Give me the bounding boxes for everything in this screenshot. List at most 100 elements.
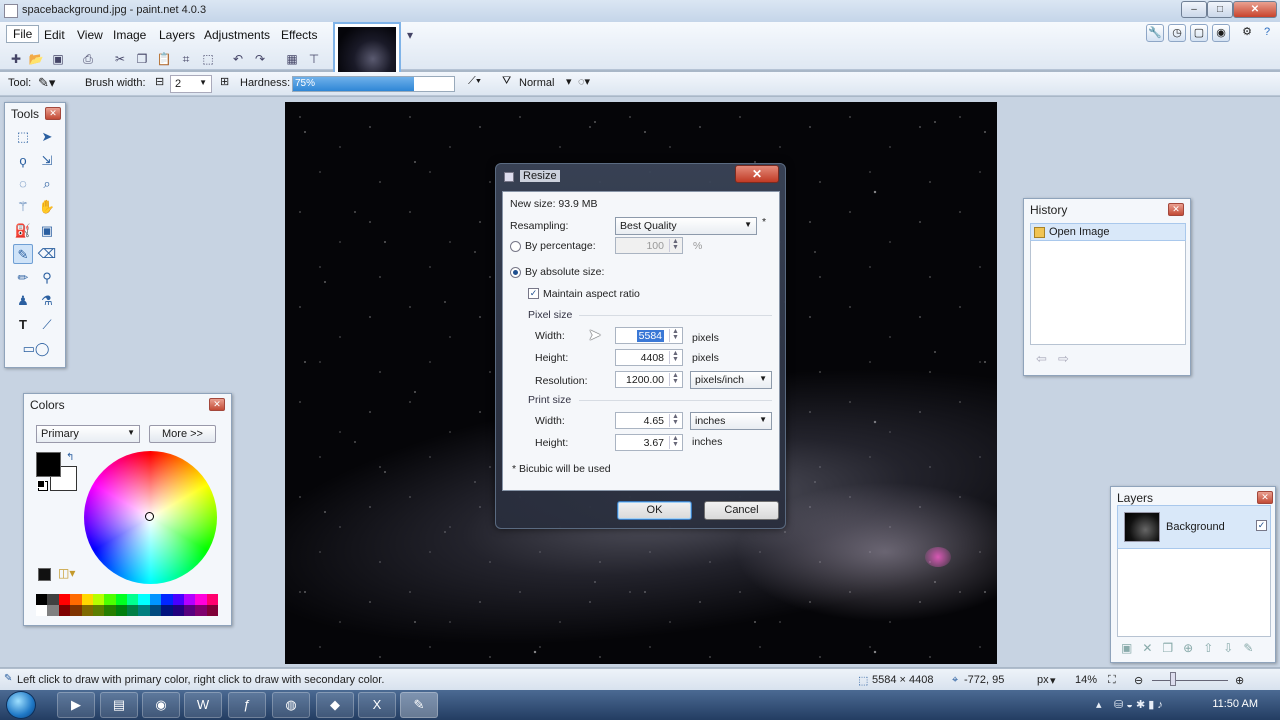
taskbar-clock[interactable]: 11:50 AM [1212,698,1258,710]
move-selected-icon[interactable]: ⇲ [37,151,57,171]
print-width-input[interactable]: 4.65 ▲ ▼ [615,412,683,429]
spinner-icon[interactable]: ▲ ▼ [669,372,681,386]
palette-swatch[interactable] [81,594,93,605]
palette-swatch[interactable] [195,594,207,605]
paint-bucket-icon[interactable]: ⛽ [13,221,33,241]
history-undo-icon[interactable]: ⇦ [1036,351,1047,367]
zoom-slider[interactable] [1152,680,1228,681]
print-height-input[interactable]: 3.67 ▲ ▼ [615,434,683,451]
palette-swatch[interactable] [127,594,139,605]
palette-swatch[interactable] [206,605,218,616]
blend-mode-value[interactable]: Normal [519,77,554,89]
pencil-icon[interactable]: ✏ [13,268,33,288]
flash-icon[interactable]: ƒ [228,692,266,718]
by-percentage-label[interactable]: By percentage: [525,240,596,252]
spinner-icon[interactable]: ▲ ▼ [669,238,681,252]
maintain-aspect-checkbox[interactable]: ✓ [528,288,539,299]
pixel-width-input[interactable]: 5584 ▲ ▼ [615,327,683,344]
palette-swatch[interactable] [172,605,184,616]
unit-dropdown-icon[interactable]: ▾ [1050,674,1056,687]
palette-swatch[interactable] [70,605,82,616]
eraser-icon[interactable]: ⌫ [37,244,57,264]
ellipse-select-icon[interactable]: ◌ [13,174,33,194]
line-curve-icon[interactable]: ⟋ [37,315,57,335]
palette-swatch[interactable] [81,605,93,616]
hardness-slider[interactable]: 75% [292,76,455,92]
layer-row[interactable]: Background ✓ [1117,505,1271,549]
palette-swatch[interactable] [47,594,59,605]
layer-visibility-checkbox[interactable]: ✓ [1256,520,1267,531]
add-to-palette-icon[interactable] [38,568,51,581]
spinner-icon[interactable]: ▲ ▼ [669,435,681,449]
palette-swatch[interactable] [149,594,162,605]
paintnet-taskbar-icon[interactable]: ✎ [400,692,438,718]
palette-swatch[interactable] [127,605,139,616]
magic-wand-icon[interactable]: ⚚ [13,197,33,217]
reset-colors-icon[interactable] [37,480,45,488]
tray-icons[interactable]: ⛁ ◒ ✱ ▮ ♪ [1114,698,1163,711]
help-icon[interactable]: ? [1258,24,1276,42]
palette-swatch[interactable] [36,594,48,605]
paintbrush-icon[interactable]: ✎ [13,244,33,264]
app-green-icon[interactable]: ◆ [316,692,354,718]
word-icon[interactable]: W [184,692,222,718]
recolor-icon[interactable]: ⚗ [37,291,57,311]
move-selection-icon[interactable]: ➤ [37,127,57,147]
ruler-icon[interactable]: ⊤ [306,52,322,66]
palette-swatch[interactable] [104,594,116,605]
explorer-icon[interactable]: ▤ [100,692,138,718]
brush-width-increase-icon[interactable]: ⊞ [220,75,229,88]
palette-swatch[interactable] [58,594,71,605]
media-player-icon[interactable]: ▶ [57,692,95,718]
palette-swatch[interactable] [104,605,116,616]
lasso-icon[interactable]: ϙ [13,151,33,171]
paintbrush-tool-icon[interactable]: ✎▾ [38,75,55,91]
menu-view[interactable]: View [73,28,107,42]
primary-color-swatch[interactable] [36,452,61,477]
percentage-input[interactable]: 100 ▲ ▼ [615,237,683,254]
layers-window-icon[interactable]: ▢ [1190,24,1208,42]
color-picker-icon[interactable]: ⚲ [37,268,57,288]
brush-width-decrease-icon[interactable]: ⊟ [155,75,164,88]
history-window-icon[interactable]: ◷ [1168,24,1186,42]
tools-window-icon[interactable]: 🔧 [1146,24,1164,42]
history-panel-close-button[interactable]: ✕ [1168,203,1184,216]
print-unit-select[interactable]: inches ▼ [690,412,772,430]
palette-swatch[interactable] [70,594,82,605]
palette-swatch[interactable] [92,594,105,605]
shapes-icon[interactable]: ▭◯ [19,339,53,359]
open-icon[interactable]: 📂 [28,52,44,66]
settings-gear-icon[interactable]: ⚙ [1238,24,1256,42]
zoom-in-icon[interactable]: ⊕ [1235,674,1244,687]
palette-swatch[interactable] [172,594,184,605]
color-mode-select[interactable]: Primary ▼ [36,425,140,443]
zoom-icon[interactable]: ⌕ [37,174,57,194]
palette-swatch[interactable] [115,605,127,616]
minimize-button[interactable]: – [1181,1,1207,18]
tab-dropdown-icon[interactable]: ▾ [402,28,418,42]
spinner-icon[interactable]: ▲ ▼ [669,328,681,342]
by-absolute-size-radio[interactable] [510,267,521,278]
more-colors-button[interactable]: More >> [149,425,216,443]
palette-swatch[interactable] [92,605,105,616]
blend-mode-dropdown-icon[interactable]: ▾ [566,75,572,88]
paste-icon[interactable]: 📋 [156,52,172,66]
copy-icon[interactable]: ❐ [134,52,150,66]
palette-swatch[interactable] [195,605,207,616]
pixel-height-input[interactable]: 4408 ▲ ▼ [615,349,683,366]
zoom-level[interactable]: 14% [1075,674,1097,686]
brush-width-select[interactable]: 2 ▼ [170,75,212,93]
palette-swatch[interactable] [58,605,71,616]
resolution-unit-select[interactable]: pixels/inch ▼ [690,371,772,389]
cancel-button[interactable]: Cancel [704,501,779,520]
palette-swatch[interactable] [138,605,150,616]
clone-stamp-icon[interactable]: ♟ [13,291,33,311]
resize-dialog-close-button[interactable]: ✕ [735,165,779,183]
new-icon[interactable]: ✚ [8,52,24,66]
zoom-out-icon[interactable]: ⊖ [1134,674,1143,687]
palette-swatch[interactable] [183,605,196,616]
zoom-to-window-icon[interactable]: ⛶ [1108,674,1116,687]
pan-icon[interactable]: ✋ [37,197,57,217]
menu-edit[interactable]: Edit [40,28,69,42]
unit-select[interactable]: px [1037,674,1049,686]
